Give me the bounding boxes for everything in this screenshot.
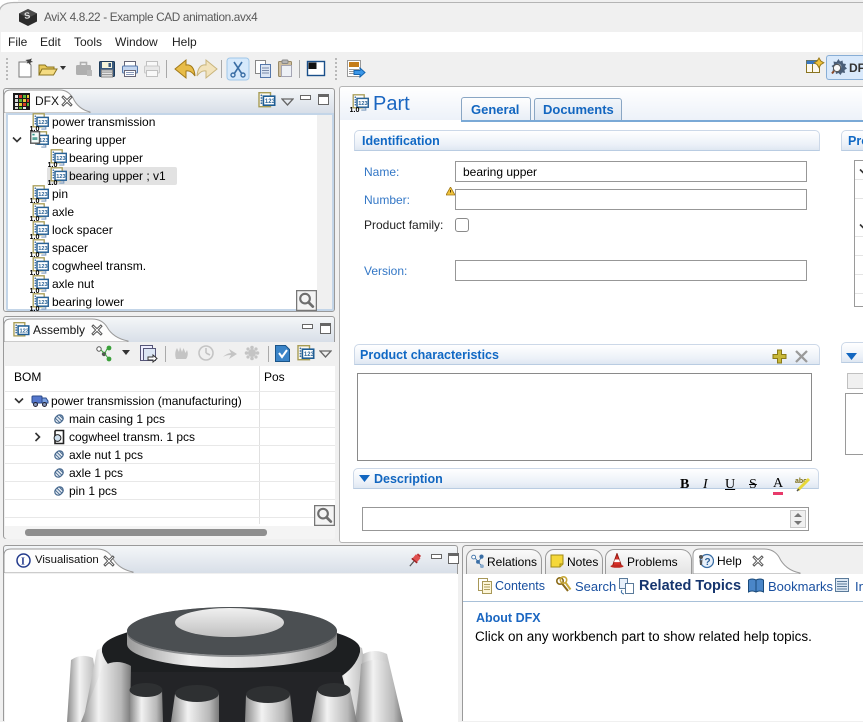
svg-text:?: ? <box>705 557 711 568</box>
svg-text:I: I <box>21 557 25 568</box>
